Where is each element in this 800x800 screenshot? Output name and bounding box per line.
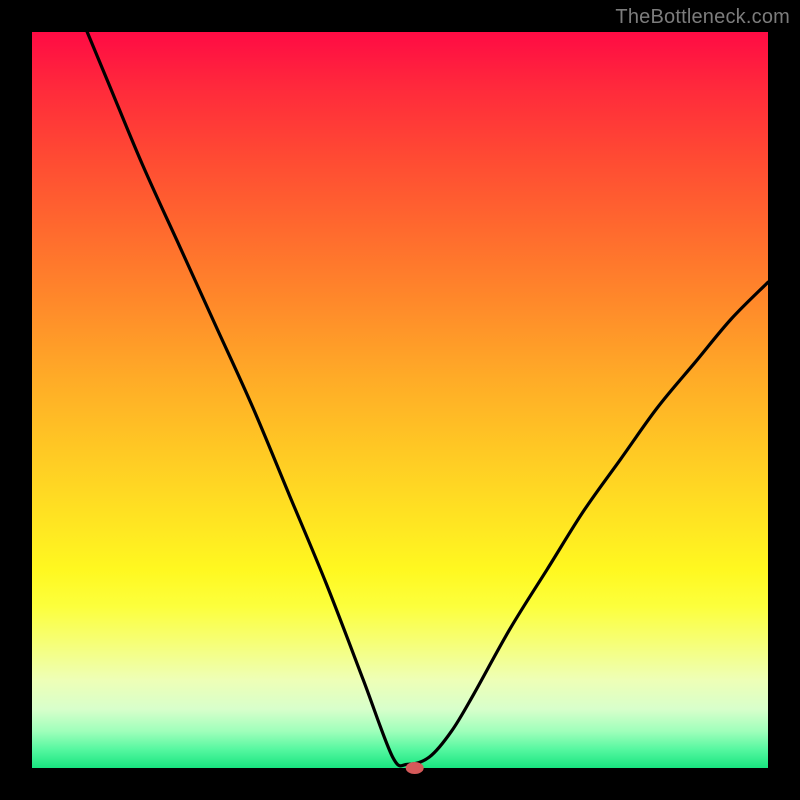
chart-frame: TheBottleneck.com: [0, 0, 800, 800]
bottleneck-curve-path: [32, 0, 768, 766]
watermark-text: TheBottleneck.com: [615, 6, 790, 29]
plot-area: [32, 32, 768, 768]
minimum-marker: [406, 762, 424, 774]
curve-svg: [32, 32, 768, 768]
